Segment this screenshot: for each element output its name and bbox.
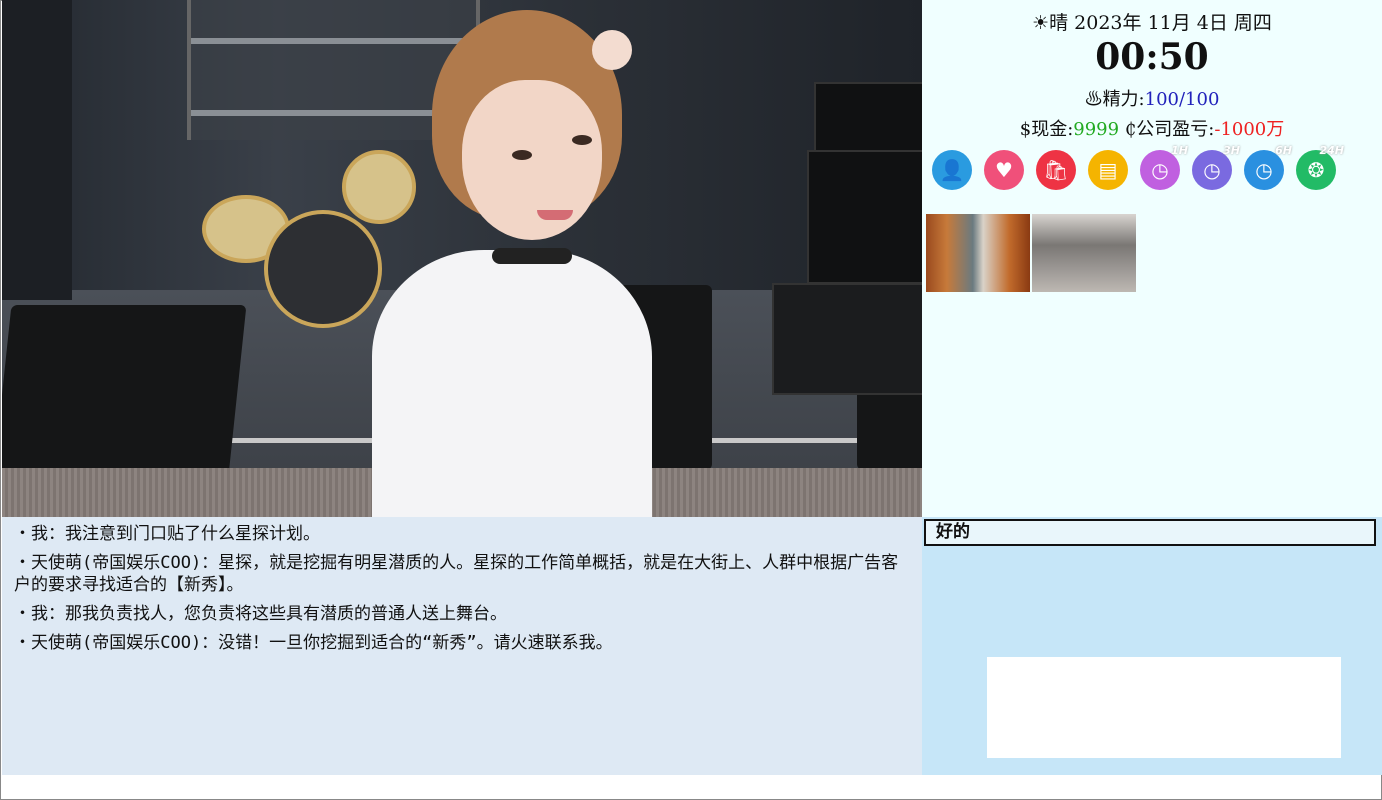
stage-monitor [2,305,247,485]
energy-label: 精力: [1102,89,1145,110]
amp-head [814,82,922,154]
favorite-heart-icon[interactable]: ♥ [984,150,1024,190]
location-thumbnail-mall[interactable] [926,214,1030,292]
weather-text: 晴 [1049,12,1069,34]
character-portrait [362,10,662,517]
cash-value: 9999 [1073,119,1120,140]
company-value: -1000万 [1214,119,1285,140]
wait-24h-icon[interactable]: ❂ 24H [1296,144,1344,190]
cash-label: 现金: [1031,119,1074,140]
wait-1h-icon[interactable]: ◷ 1H [1140,144,1188,190]
dialogue-log: ・我：我注意到门口贴了什么星探计划。 ・天使萌(帝国娱乐COO)：星探，就是挖掘… [2,517,922,775]
status-panel: ☀晴 2023年 11月 4日 周四 00:50 ♨精力:100/100 $现金… [922,0,1382,517]
shop-bag-icon[interactable]: 🛍 [1036,150,1076,190]
company-label: 公司盈亏: [1136,119,1215,140]
equipment-case [772,283,922,395]
contacts-icon[interactable]: 👤 [932,150,972,190]
input-area[interactable] [987,657,1341,758]
date-line: ☀晴 2023年 11月 4日 周四 [922,8,1382,35]
character-eye [512,150,532,160]
amp-cabinet [807,150,922,284]
wait-3h-icon[interactable]: ◷ 3H [1192,144,1240,190]
energy-value: 100/100 [1144,89,1220,110]
money-line: $现金:9999 ₵公司盈亏:-1000万 [922,115,1382,141]
clock: 00:50 [1095,36,1209,78]
dialogue-line: ・我：那我负责找人，您负责将这些具有潜质的普通人送上舞台。 [14,604,507,624]
character-hair-bow [592,30,632,70]
choice-option-ok[interactable]: 好的 [924,519,1376,546]
scene-image [2,0,922,517]
location-thumbnail-hall[interactable] [1032,214,1136,292]
cash-icon: $ [1019,119,1032,140]
character-choker [492,248,572,264]
dialogue-line: ・天使萌(帝国娱乐COO)：星探，就是挖掘有明星潜质的人。星探的工作简单概括，就… [14,553,899,595]
save-icon[interactable]: ▤ [1088,150,1128,190]
left-speaker-stack [2,0,72,300]
energy-line: ♨精力:100/100 [922,85,1382,111]
wait-1h-tag: 1H [1171,144,1188,157]
company-icon: ₵ [1124,119,1137,140]
dialogue-line: ・天使萌(帝国娱乐COO)：没错！一旦你挖掘到适合的“新秀”。请火速联系我。 [14,633,613,653]
date-text: 2023年 11月 4日 周四 [1074,12,1272,34]
character-eye [572,135,592,145]
wait-24h-tag: 24H [1319,144,1344,157]
choice-panel: 好的 [922,517,1382,775]
action-icon-bar: 👤 ♥ 🛍 ▤ ◷ 1H ◷ 3H ◷ 6H ❂ 24H [932,144,1372,194]
wait-3h-tag: 3H [1223,144,1240,157]
character-shirt [372,250,652,517]
dialogue-line: ・我：我注意到门口贴了什么星探计划。 [14,524,320,544]
energy-icon: ♨ [1084,89,1103,110]
wait-6h-icon[interactable]: ◷ 6H [1244,144,1292,190]
sun-icon: ☀ [1032,12,1050,34]
character-face [462,80,602,240]
wait-6h-tag: 6H [1275,144,1292,157]
character-mouth [537,210,573,220]
